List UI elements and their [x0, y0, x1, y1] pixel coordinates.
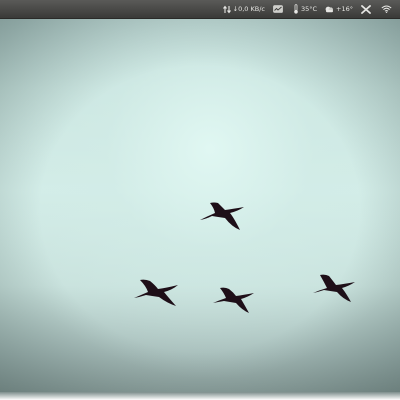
network-indicator[interactable]: ↓0,0 KB/c [222, 5, 265, 14]
system-monitor-indicator[interactable] [273, 5, 285, 13]
network-arrows-icon [222, 5, 231, 14]
bird-silhouette [211, 279, 257, 317]
network-speed-label: ↓0,0 KB/c [232, 5, 265, 13]
weather-cloud-icon [325, 5, 334, 13]
bird-silhouette [198, 194, 248, 234]
top-panel: ↓0,0 KB/c 35°C +16° [0, 0, 400, 19]
bird-silhouette [132, 270, 182, 310]
x-logo-icon [361, 4, 371, 14]
desktop-wallpaper [0, 19, 400, 400]
wifi-icon [381, 5, 392, 13]
app-indicator[interactable] [361, 4, 373, 14]
temperature-indicator[interactable]: 35°C [293, 4, 317, 14]
screen-bottom-edge [0, 392, 400, 400]
system-monitor-icon [273, 5, 283, 13]
bird-silhouette [311, 268, 359, 308]
weather-value: +16° [336, 5, 353, 13]
thermometer-icon [293, 4, 299, 14]
wifi-indicator[interactable] [381, 5, 394, 13]
weather-indicator[interactable]: +16° [325, 5, 353, 13]
desktop-screen: ↓0,0 KB/c 35°C +16° [0, 0, 400, 400]
temperature-value: 35°C [300, 5, 318, 13]
